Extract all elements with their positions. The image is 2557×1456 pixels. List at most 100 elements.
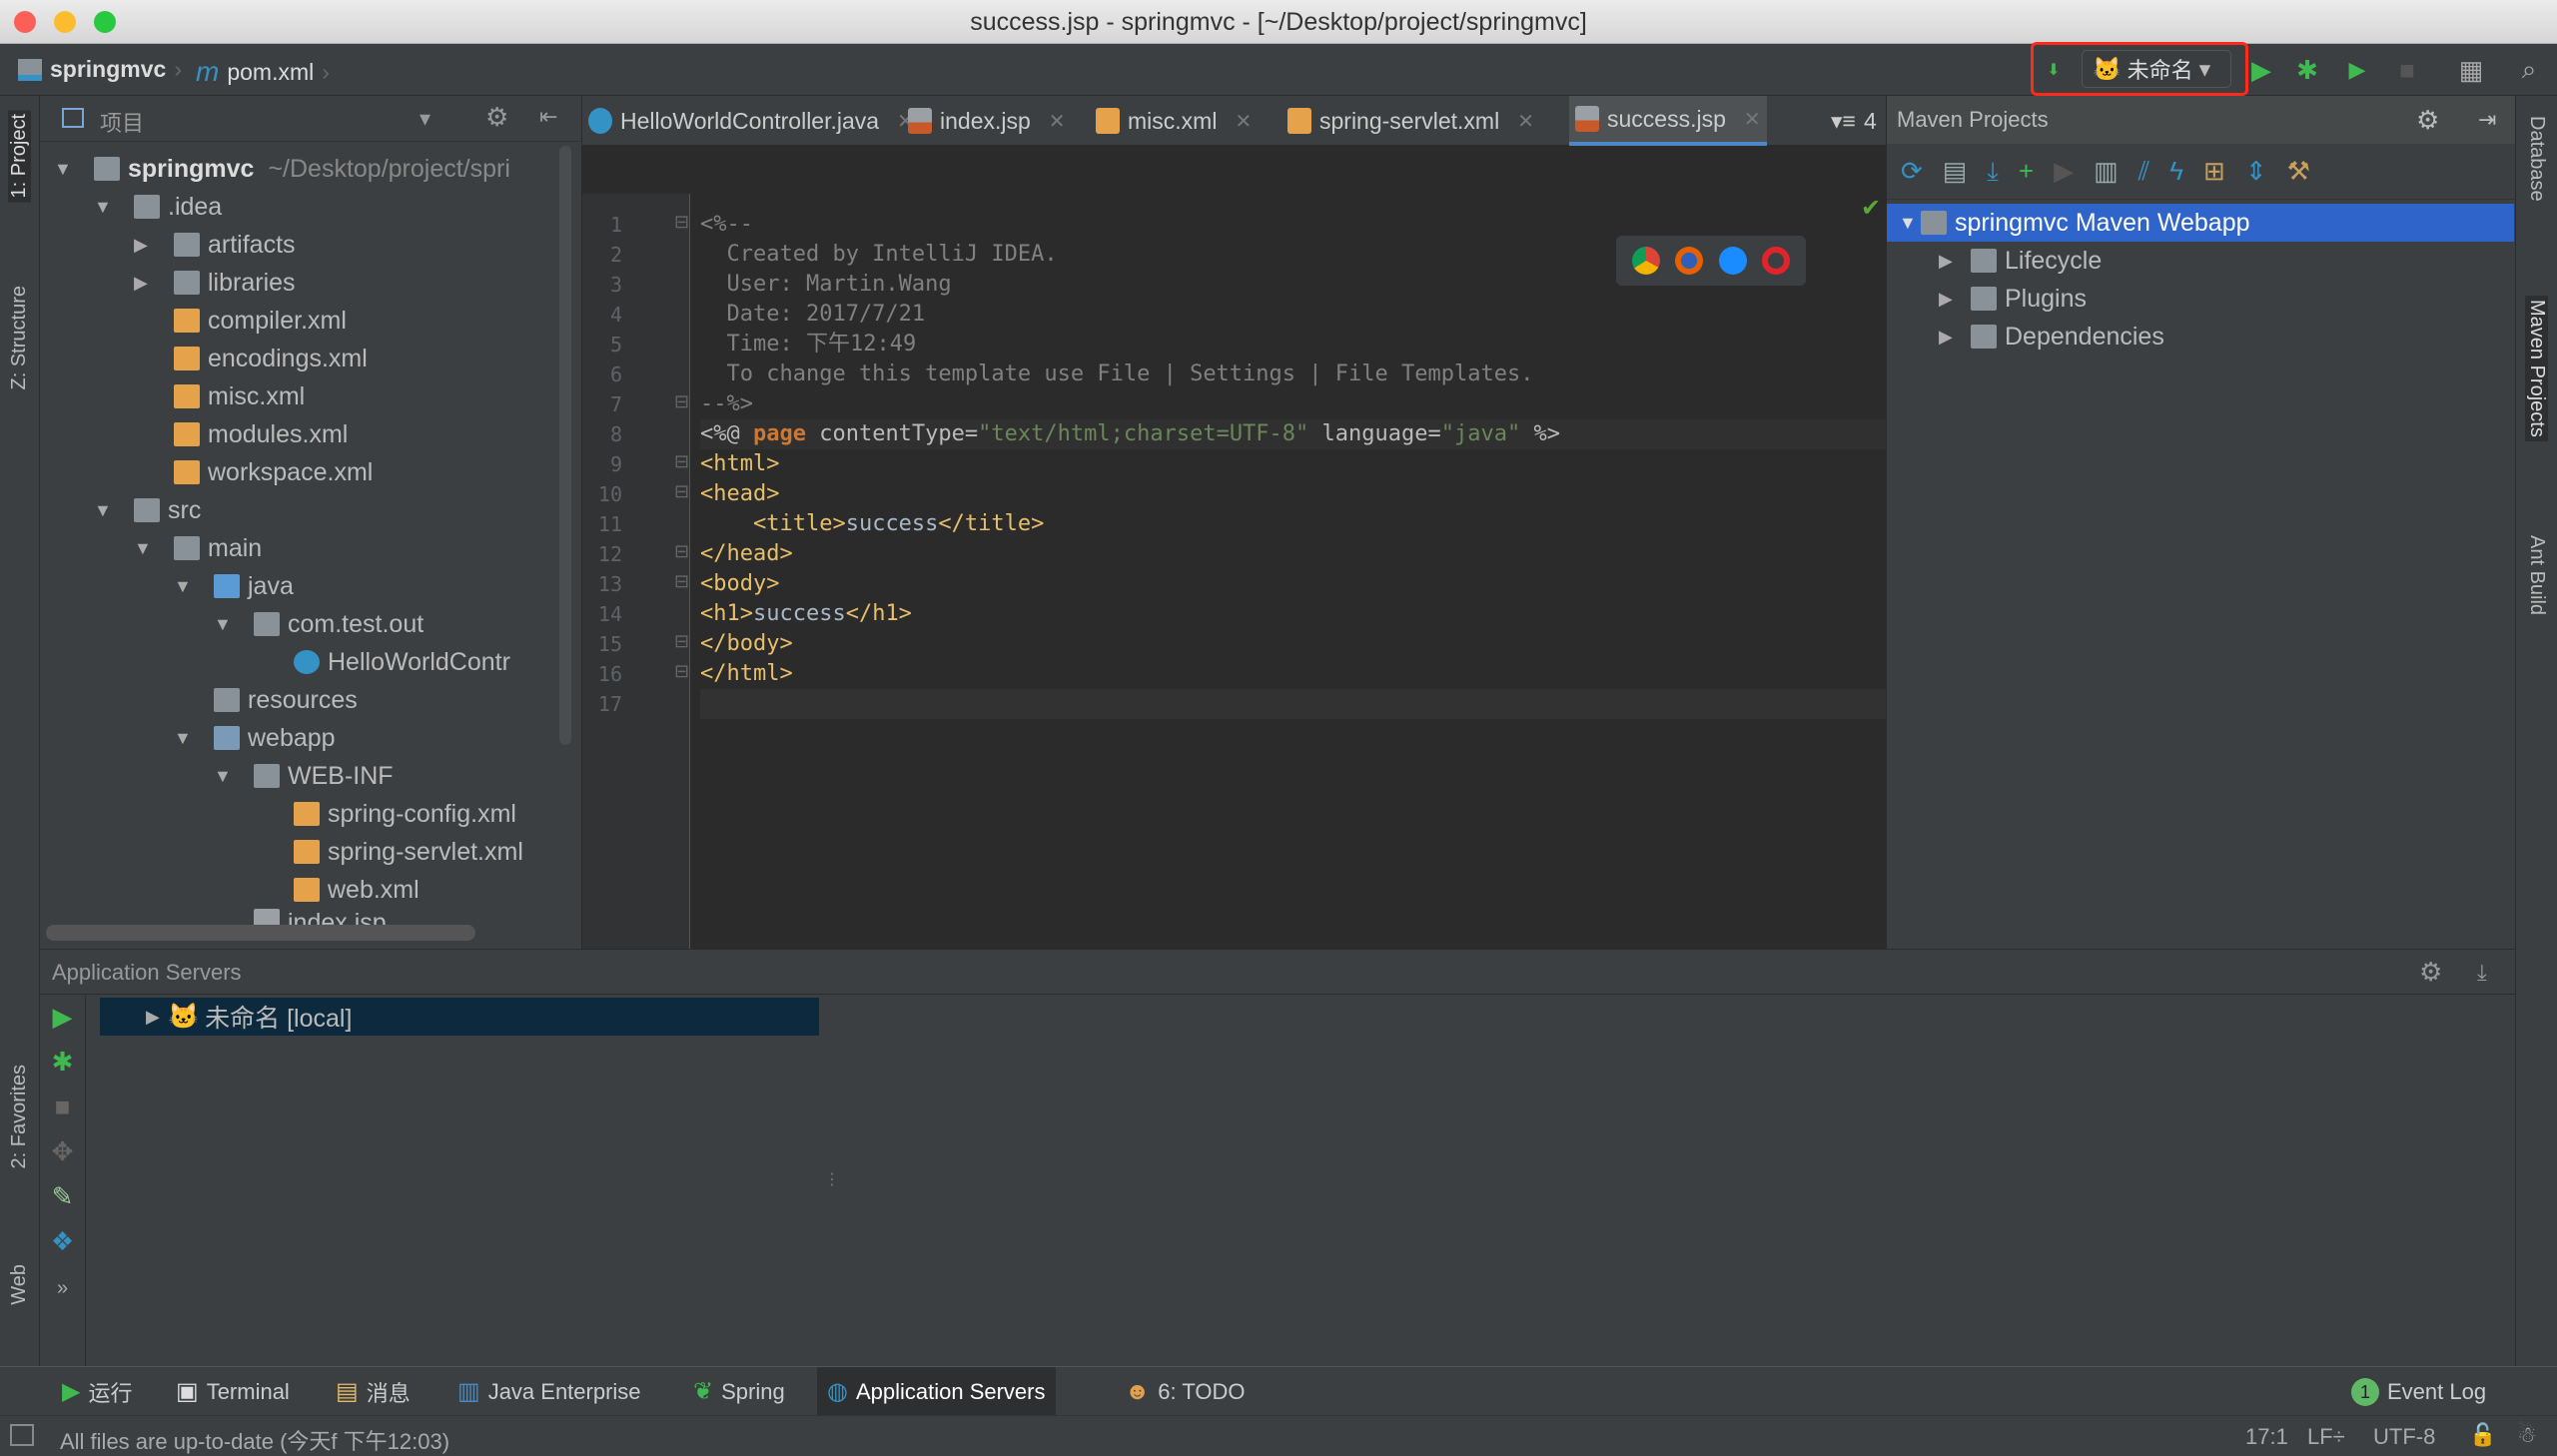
line-separator[interactable]: LF÷: [2307, 1424, 2345, 1450]
build-icon[interactable]: ⬇: [2036, 52, 2072, 88]
stop-icon[interactable]: ■: [2389, 52, 2425, 88]
hide-panel-icon[interactable]: ⤓: [2477, 950, 2487, 995]
download-icon[interactable]: ⤓: [1987, 156, 1999, 188]
tree-item[interactable]: spring-config.xml: [254, 795, 516, 833]
expanded-arrow-icon[interactable]: ▼: [174, 728, 196, 749]
expanded-arrow-icon[interactable]: ▼: [94, 197, 116, 218]
run-config-dropdown[interactable]: 🐱 未命名 ▾: [2082, 50, 2231, 88]
hide-panel-icon[interactable]: ⇥: [2478, 96, 2496, 144]
tree-item[interactable]: ▶ artifacts: [134, 226, 296, 264]
fold-marker-icon[interactable]: ⊟: [674, 481, 689, 502]
project-structure-icon[interactable]: ▦: [2453, 52, 2489, 88]
close-tab-icon[interactable]: ✕: [1235, 109, 1252, 134]
dropdown-icon[interactable]: ▾: [420, 106, 430, 132]
reimport-icon[interactable]: ⟳: [1901, 156, 1923, 187]
tree-item[interactable]: HelloWorldContr: [254, 643, 510, 681]
breadcrumb-project[interactable]: springmvc ›: [18, 56, 182, 83]
expanded-arrow-icon[interactable]: ▼: [174, 576, 196, 597]
fold-marker-icon[interactable]: ⊟: [674, 661, 689, 682]
gear-icon[interactable]: ⚙: [485, 102, 508, 133]
fold-marker-icon[interactable]: ⊟: [674, 391, 689, 412]
tree-item[interactable]: web.xml: [254, 871, 420, 909]
tree-item[interactable]: resources: [174, 681, 358, 719]
edit-config-icon[interactable]: ✎: [40, 1181, 85, 1212]
tool-structure[interactable]: Z: Structure: [8, 286, 31, 389]
expanded-arrow-icon[interactable]: ▼: [94, 500, 116, 521]
tree-item[interactable]: ▼ WEB-INF: [214, 757, 394, 795]
tree-item[interactable]: ▼ src: [94, 491, 201, 529]
tool-window-java-enterprise[interactable]: ▥ Java Enterprise: [447, 1367, 651, 1416]
breadcrumb-file[interactable]: m pom.xml ›: [196, 56, 330, 88]
project-view-selector[interactable]: 项目: [100, 106, 144, 138]
tree-item[interactable]: misc.xml: [134, 377, 305, 415]
tree-item[interactable]: ▼ com.test.out: [214, 605, 424, 643]
inspector-icon[interactable]: ☃: [2517, 1422, 2537, 1448]
tree-item[interactable]: ▼ springmvc ~/Desktop/project/spri: [54, 150, 510, 188]
tool-project[interactable]: 1: Project: [8, 110, 31, 203]
expanded-arrow-icon[interactable]: ▼: [54, 159, 76, 180]
tool-maven-projects[interactable]: Maven Projects: [2525, 296, 2548, 441]
coverage-icon[interactable]: ▶: [2339, 52, 2375, 88]
add-icon[interactable]: +: [2019, 156, 2034, 187]
tree-item[interactable]: encodings.xml: [134, 340, 368, 377]
fold-marker-icon[interactable]: ⊟: [674, 541, 689, 562]
tree-item[interactable]: modules.xml: [134, 415, 348, 453]
collapsed-arrow-icon[interactable]: ▶: [134, 235, 156, 256]
firefox-icon[interactable]: [1675, 247, 1704, 275]
editor-tab[interactable]: HelloWorldController.java ✕: [582, 96, 920, 146]
minimize-window-button[interactable]: [54, 11, 76, 33]
close-tab-icon[interactable]: ✕: [1744, 107, 1761, 132]
fold-marker-icon[interactable]: ⊟: [674, 451, 689, 472]
expanded-arrow-icon[interactable]: ▼: [214, 766, 236, 787]
close-tab-icon[interactable]: ✕: [1049, 109, 1066, 134]
tool-window-spring[interactable]: ❦ Spring: [683, 1367, 795, 1416]
tool-window-todo[interactable]: ☻ 6: TODO: [1115, 1367, 1255, 1416]
tree-item[interactable]: ▼ webapp: [174, 719, 336, 757]
tree-item[interactable]: ▼ java: [174, 567, 294, 605]
search-icon[interactable]: ⌕: [2511, 52, 2547, 88]
tree-item[interactable]: ▼ .idea: [94, 188, 222, 226]
server-item[interactable]: ▶ 🐱 未命名 [local]: [100, 998, 819, 1036]
run-icon[interactable]: ▶: [40, 1002, 85, 1033]
skip-tests-icon[interactable]: ⫽: [2138, 156, 2150, 188]
maven-item[interactable]: ▶ Dependencies: [1939, 318, 2164, 356]
horizontal-scrollbar[interactable]: [46, 925, 475, 941]
run-icon[interactable]: ▶: [2243, 52, 2279, 88]
run-goal-icon[interactable]: ▶: [2054, 156, 2074, 187]
offline-icon[interactable]: ϟ: [2169, 156, 2183, 187]
tree-item[interactable]: ▼ main: [134, 529, 262, 567]
generate-sources-icon[interactable]: ▤: [1943, 156, 1968, 187]
tool-window-messages[interactable]: ▤ 消息: [326, 1367, 421, 1416]
artifacts-icon[interactable]: ❖: [40, 1226, 85, 1257]
tree-item[interactable]: spring-servlet.xml: [254, 833, 523, 871]
gear-icon[interactable]: ⚙: [2419, 950, 2442, 995]
maven-item[interactable]: ▶ Plugins: [1939, 280, 2087, 318]
safari-icon[interactable]: [1718, 247, 1747, 275]
caret-position[interactable]: 17:1: [2245, 1424, 2288, 1450]
run-config-icon[interactable]: ▥: [2094, 156, 2119, 187]
show-dependencies-icon[interactable]: ⊞: [2203, 156, 2225, 187]
tool-database[interactable]: Database: [2525, 116, 2548, 202]
editor-tab[interactable]: success.jsp ✕: [1569, 96, 1767, 146]
tool-window-run[interactable]: ▶ 运行: [52, 1367, 142, 1416]
close-tab-icon[interactable]: ✕: [1517, 109, 1534, 134]
tool-window-terminal[interactable]: ▣ Terminal: [166, 1367, 300, 1416]
opera-icon[interactable]: [1762, 247, 1791, 275]
maven-item[interactable]: ▶ Lifecycle: [1939, 242, 2102, 280]
stop-icon[interactable]: ■: [40, 1092, 85, 1122]
collapsed-arrow-icon[interactable]: ▶: [1939, 327, 1961, 348]
editor-tab[interactable]: misc.xml ✕: [1090, 96, 1258, 146]
expanded-arrow-icon[interactable]: ▼: [214, 614, 236, 635]
collapse-all-icon[interactable]: ⇕: [2245, 156, 2267, 187]
editor-tab[interactable]: spring-servlet.xml ✕: [1281, 96, 1540, 146]
tool-web[interactable]: Web: [8, 1264, 31, 1305]
collapsed-arrow-icon[interactable]: ▶: [134, 273, 156, 294]
fold-marker-icon[interactable]: ⊟: [674, 571, 689, 592]
debug-icon[interactable]: ✱: [40, 1047, 85, 1078]
file-encoding[interactable]: UTF-8: [2373, 1424, 2435, 1450]
vertical-scrollbar[interactable]: [559, 146, 571, 745]
tool-ant-build[interactable]: Ant Build: [2525, 535, 2548, 615]
tree-item[interactable]: workspace.xml: [134, 453, 373, 491]
expand-icon[interactable]: ▶: [146, 1007, 168, 1028]
fold-marker-icon[interactable]: ⊟: [674, 212, 689, 233]
